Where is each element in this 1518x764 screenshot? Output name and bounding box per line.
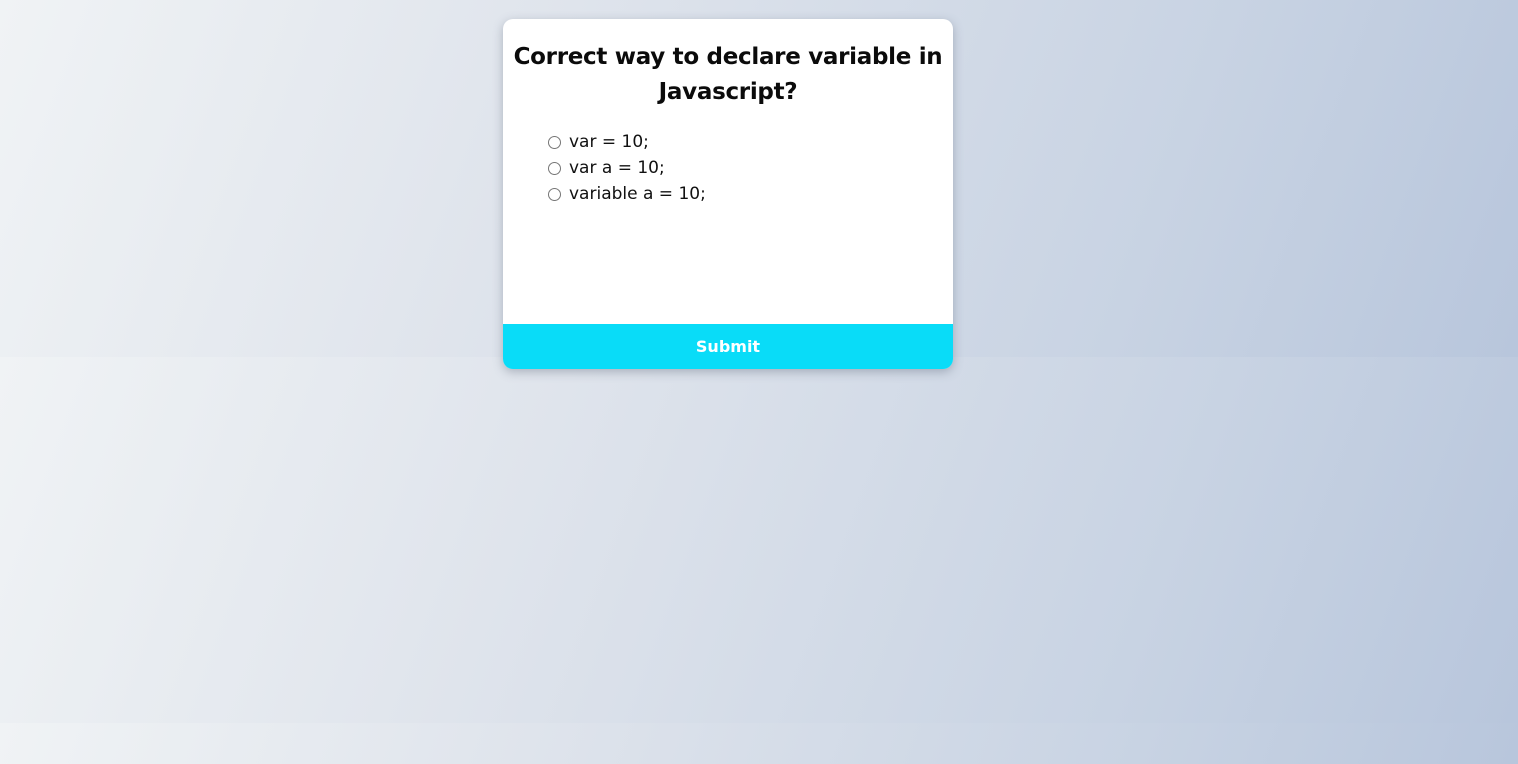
answer-label-a[interactable]: var = 10; [569,132,649,152]
submit-button[interactable]: Submit [503,324,953,369]
page-background-bottom [0,723,1518,764]
answer-label-c[interactable]: variable a = 10; [569,184,706,204]
answer-option: var = 10; [547,129,706,155]
answer-radio-a[interactable] [548,135,561,149]
page-background-middle [0,357,1518,723]
quiz-card: Correct way to declare variable in Javas… [503,19,953,369]
answer-option: variable a = 10; [547,181,706,207]
answer-option: var a = 10; [547,155,706,181]
answer-radio-c[interactable] [548,187,561,201]
question-title: Correct way to declare variable in Javas… [513,44,943,105]
answer-radio-b[interactable] [548,161,561,175]
answer-label-b[interactable]: var a = 10; [569,158,665,178]
answer-list: var = 10; var a = 10; variable a = 10; [547,129,706,207]
